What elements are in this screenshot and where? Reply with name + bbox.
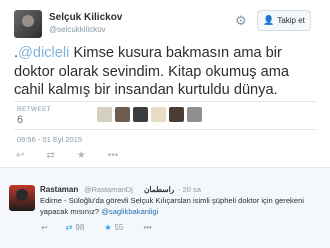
- reply-time[interactable]: · 20 sa: [178, 185, 201, 194]
- retweeter-avatar[interactable]: [133, 107, 148, 122]
- tweet-timestamp[interactable]: 09:56 - 01 Eyl 2015: [17, 135, 82, 144]
- more-icon[interactable]: •••: [108, 150, 119, 161]
- retweeter-avatar[interactable]: [97, 107, 112, 122]
- star-icon[interactable]: ★: [104, 223, 111, 232]
- profile-avatar[interactable]: [14, 10, 42, 38]
- gear-icon[interactable]: ⚙: [235, 13, 247, 29]
- retweeter-avatar[interactable]: [169, 107, 184, 122]
- retweet-icon[interactable]: ⇄: [46, 150, 54, 161]
- reply-text-body: Edirne - Süloğlu'da görevli Selçuk Kılıç…: [40, 196, 304, 216]
- more-icon[interactable]: •••: [143, 223, 151, 232]
- retweeter-avatar[interactable]: [187, 107, 202, 122]
- retweeter-avatar[interactable]: [151, 107, 166, 122]
- retweet-icon[interactable]: ⇄: [66, 223, 73, 232]
- divider: [14, 101, 316, 102]
- reply-mention-link[interactable]: @saglikbakanligi: [101, 207, 158, 216]
- reply-icon[interactable]: ↩: [16, 150, 24, 161]
- retweet-count[interactable]: 6: [17, 114, 23, 126]
- tweet-text: .@dicleli Kimse kusura bakmasın ama bir …: [14, 44, 319, 100]
- reply-text: Edirne - Süloğlu'da görevli Selçuk Kılıç…: [40, 195, 325, 217]
- retweeter-avatars: [97, 107, 202, 122]
- reply-display-name[interactable]: Rastaman: [40, 185, 78, 194]
- reply-avatar[interactable]: [9, 185, 35, 211]
- reply-tweet[interactable]: Rastaman @RastamanDj راسطمان · 20 sa Edi…: [0, 167, 330, 248]
- tweet-mention-link[interactable]: @dicleli: [18, 45, 69, 61]
- reply-actions: ↩ ⇄ 98 ★ 55 •••: [41, 223, 152, 232]
- reply-favorite-count: 55: [114, 223, 124, 232]
- display-name[interactable]: Selçuk Kilickov: [49, 12, 122, 23]
- reply-handle[interactable]: @RastamanDj: [84, 185, 133, 194]
- divider: [14, 129, 316, 130]
- person-add-icon: 👤: [263, 15, 275, 25]
- retweeter-avatar[interactable]: [115, 107, 130, 122]
- reply-retweet-count: 98: [75, 223, 85, 232]
- reply-alt-name: راسطمان: [144, 185, 175, 194]
- tweet-actions: ↩ ⇄ ★ •••: [16, 150, 118, 161]
- retweet-label: RETWEET: [17, 106, 51, 113]
- user-handle[interactable]: @selcukkilickov: [49, 25, 106, 34]
- reply-icon[interactable]: ↩: [41, 223, 48, 232]
- follow-button-label: Takip et: [277, 16, 305, 25]
- star-icon[interactable]: ★: [77, 150, 86, 161]
- follow-button[interactable]: 👤 Takip et: [257, 10, 311, 31]
